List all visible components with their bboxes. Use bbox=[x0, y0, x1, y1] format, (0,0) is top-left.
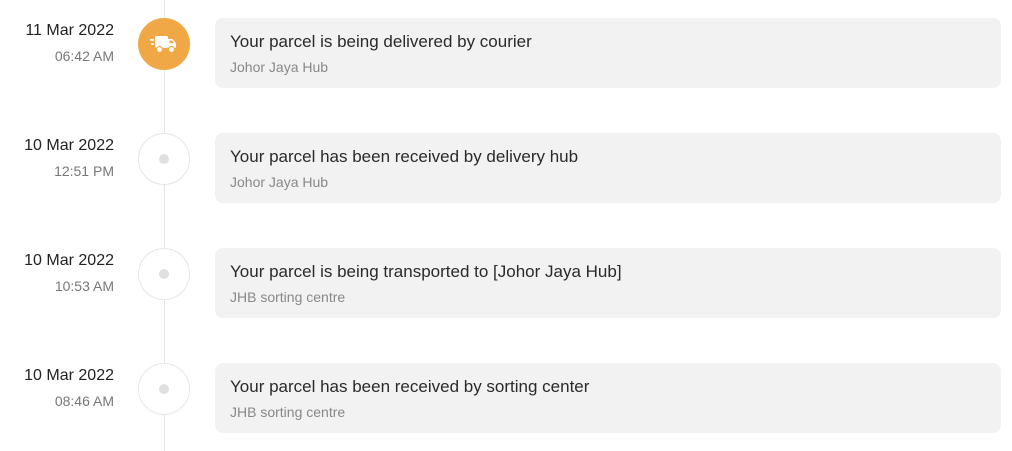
event-date: 10 Mar 2022 bbox=[24, 252, 114, 269]
timeline-event: 10 Mar 2022 10:53 AM Your parcel is bein… bbox=[0, 248, 1012, 318]
dot-icon bbox=[159, 154, 169, 164]
event-title: Your parcel is being delivered by courie… bbox=[230, 32, 532, 51]
event-title: Your parcel has been received by sorting… bbox=[230, 377, 590, 396]
event-datetime: 11 Mar 2022 06:42 AM bbox=[0, 18, 114, 65]
timeline-node-inactive bbox=[138, 133, 190, 185]
event-datetime: 10 Mar 2022 12:51 PM bbox=[0, 133, 114, 180]
event-card: Your parcel has been received by deliver… bbox=[215, 133, 1001, 203]
event-card: Your parcel is being transported to [Joh… bbox=[215, 248, 1001, 318]
event-title: Your parcel has been received by deliver… bbox=[230, 147, 579, 166]
event-title: Your parcel is being transported to [Joh… bbox=[230, 262, 622, 281]
dot-icon bbox=[159, 269, 169, 279]
event-location: Johor Jaya Hub bbox=[230, 174, 329, 190]
timeline-node-active bbox=[138, 18, 190, 70]
event-location: Johor Jaya Hub bbox=[230, 59, 329, 75]
timeline-node-inactive bbox=[138, 363, 190, 415]
dot-icon bbox=[159, 384, 169, 394]
event-date: 10 Mar 2022 bbox=[24, 137, 114, 154]
event-card: Your parcel has been received by sorting… bbox=[215, 363, 1001, 433]
event-datetime: 10 Mar 2022 10:53 AM bbox=[0, 248, 114, 295]
delivery-truck-icon bbox=[150, 36, 176, 54]
event-location: JHB sorting centre bbox=[230, 289, 346, 305]
event-time: 08:46 AM bbox=[54, 393, 114, 409]
timeline-event: 10 Mar 2022 12:51 PM Your parcel has bee… bbox=[0, 133, 1012, 203]
timeline-event: 11 Mar 2022 06:42 AM Your parcel is bein… bbox=[0, 18, 1012, 88]
event-time: 10:53 AM bbox=[54, 278, 114, 294]
timeline-node-inactive bbox=[138, 248, 190, 300]
event-location: JHB sorting centre bbox=[230, 404, 346, 420]
event-card: Your parcel is being delivered by courie… bbox=[215, 18, 1001, 88]
event-date: 11 Mar 2022 bbox=[25, 22, 114, 39]
timeline-event: 10 Mar 2022 08:46 AM Your parcel has bee… bbox=[0, 363, 1012, 433]
event-time: 12:51 PM bbox=[54, 163, 114, 179]
event-datetime: 10 Mar 2022 08:46 AM bbox=[0, 363, 114, 410]
event-date: 10 Mar 2022 bbox=[24, 367, 114, 384]
event-time: 06:42 AM bbox=[54, 48, 114, 64]
